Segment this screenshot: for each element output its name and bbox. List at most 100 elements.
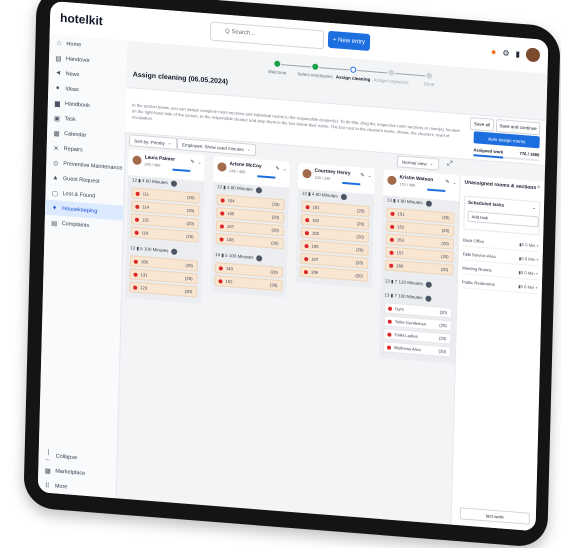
employee-column: Laura Palmer 240 / 480 ✎ ⌄ 12 ▮ 4 60 Minutes…: [124, 149, 205, 304]
status-dot-icon: [303, 269, 308, 274]
unassigned-title: Unassigned rooms & sections: [464, 179, 537, 192]
app-screen: hotelkit Q Search... + New entry ● ⚙ ▮ ⌂…: [37, 0, 549, 532]
wizard-step: Done: [409, 71, 449, 88]
sidebar-item-label: Handbook: [64, 100, 91, 109]
status-dot-icon: [219, 223, 225, 229]
employee-column: Arlene McCoy 240 / 480 ✎ ⌄ 12 ▮ 4 80 Minutes…: [210, 155, 290, 298]
room-minutes: (20): [355, 272, 363, 279]
assigned-work-label: Assigned work: [473, 147, 504, 155]
room-number: 152: [225, 278, 233, 285]
search-input[interactable]: Q Search...: [209, 21, 325, 50]
room-number: 160: [396, 263, 404, 269]
sidebar-item-label: Housekeeping: [62, 205, 98, 215]
chevron-down-icon[interactable]: ⌄: [532, 205, 536, 211]
status-dot-icon: [304, 256, 309, 261]
room-number: Toilet Ladies: [394, 332, 418, 339]
room-number: 108: [226, 236, 234, 243]
handover-icon: ▤: [55, 54, 62, 63]
room-minutes: (20): [185, 275, 193, 282]
info-icon: [425, 295, 432, 302]
save-all-button[interactable]: Save all: [469, 116, 495, 132]
complaints-icon: ▤: [51, 219, 58, 228]
section-group-label: 12 ▮ 5 100 Minutes: [130, 245, 169, 254]
room-minutes: (20): [271, 240, 279, 246]
status-dot-icon: [388, 306, 393, 311]
chevron-down-icon: ⌄: [246, 146, 251, 152]
step-label: Welcome: [267, 69, 287, 76]
status-dot-icon: [220, 210, 225, 216]
section-group-label: 13 ▮ 4 80 Minutes: [386, 197, 423, 206]
employee-capacity: 240 / 480: [229, 169, 246, 175]
room-number: 111: [142, 191, 150, 197]
sidebar-item-label: Task: [64, 115, 76, 123]
expand-icon[interactable]: ⤢: [447, 160, 453, 168]
assigned-work-value: 776 / 1680: [519, 150, 540, 158]
section-name: Meeting Rooms: [462, 264, 492, 273]
section-group-label: 12 ▮ 4 80 Minutes: [216, 184, 253, 192]
section-name: F&B Service Area: [462, 250, 496, 259]
step-marker: [274, 60, 281, 68]
sidebar-nav: ⌂ Home ▤ Handover ◄ News ● Ideas ▆ Handbook ▣ Task ▦…: [44, 35, 128, 236]
chevron-down-icon[interactable]: ⌄: [453, 180, 457, 186]
pin-icon[interactable]: ✎: [190, 159, 194, 165]
room-minutes: (20): [355, 260, 364, 266]
section-group-label: 14 ▮ 5 100 Minutes: [215, 251, 254, 260]
new-entry-button[interactable]: + New entry: [327, 30, 371, 52]
room-minutes: (20): [269, 282, 278, 288]
room-minutes: (20): [356, 234, 364, 240]
room-number: 116: [141, 230, 149, 236]
employee-name: Laura Palmer: [144, 155, 176, 163]
chevron-down-icon[interactable]: ⌄: [283, 166, 287, 172]
sort-select-value: Sort by: Priority: [133, 138, 165, 146]
section-name: Back Office: [462, 236, 485, 244]
pin-icon[interactable]: ✎: [360, 172, 364, 178]
grid-icon[interactable]: ▮: [515, 49, 520, 58]
wizard-step: Assign cleaning: [333, 65, 373, 82]
section-meta: ▮0 0 Min +: [519, 241, 540, 248]
room-minutes: (20): [187, 194, 195, 201]
notification-icon[interactable]: ●: [491, 47, 497, 57]
status-dot-icon: [390, 211, 395, 216]
assignment-board: Unassigned rooms & sections ⌕ Scheduled …: [120, 149, 545, 532]
status-dot-icon: [218, 265, 223, 271]
status-dot-icon: [220, 197, 225, 203]
employee-column: Kristin Watson 176 / 480 ✎ ⌄ 13 ▮ 4 80 Minut…: [378, 169, 460, 364]
tools-icon: ✕: [53, 144, 60, 153]
room-number: 104: [227, 197, 235, 204]
chevron-down-icon[interactable]: ⌄: [198, 160, 202, 166]
broom-icon: ♦: [52, 204, 57, 212]
search-icon[interactable]: ⌕: [537, 184, 541, 191]
chevron-down-icon: ⌄: [429, 160, 434, 167]
room-number: Wellness Area: [394, 345, 421, 353]
sort-select[interactable]: Sort by: Priority ⌄: [128, 134, 177, 150]
occupation-bar: [427, 188, 446, 192]
avatar: [302, 168, 312, 179]
task-icon: ▣: [53, 114, 61, 123]
room-minutes: (20): [442, 214, 450, 221]
pin-icon[interactable]: ✎: [275, 166, 279, 172]
sidebar-item-label: Ideas: [65, 85, 79, 93]
user-avatar[interactable]: [525, 47, 541, 63]
occupation-bar: [257, 175, 276, 179]
employee-column: Courtney Henry 100 / 240 ✎ ⌄ 12 ▮ 4 80 Minut…: [295, 162, 375, 289]
info-icon: [256, 255, 263, 262]
room-minutes: (20): [440, 266, 449, 273]
room-number: 114: [142, 204, 150, 210]
view-select[interactable]: Normal view ⌄: [396, 155, 439, 171]
room-number: 105: [227, 210, 235, 217]
sidebar-item-label: Home: [66, 40, 82, 48]
room-number: 107: [226, 223, 235, 230]
wizard-stepper: Welcome Select employees Assign cleaning As…: [257, 59, 448, 104]
room-minutes: (20): [441, 227, 450, 234]
room-minutes: (20): [441, 240, 449, 247]
add-task-select[interactable]: Add task: [467, 210, 539, 228]
occupation-bar: [172, 168, 191, 172]
pin-icon[interactable]: ✎: [445, 179, 449, 185]
last-work-button[interactable]: last work: [459, 507, 530, 525]
status-dot-icon: [218, 278, 223, 284]
chevron-down-icon[interactable]: ⌄: [368, 173, 372, 179]
room-minutes: (20): [441, 253, 449, 260]
settings-icon[interactable]: ⚙: [502, 48, 509, 58]
status-dot-icon: [305, 204, 310, 209]
status-dot-icon: [134, 230, 139, 235]
